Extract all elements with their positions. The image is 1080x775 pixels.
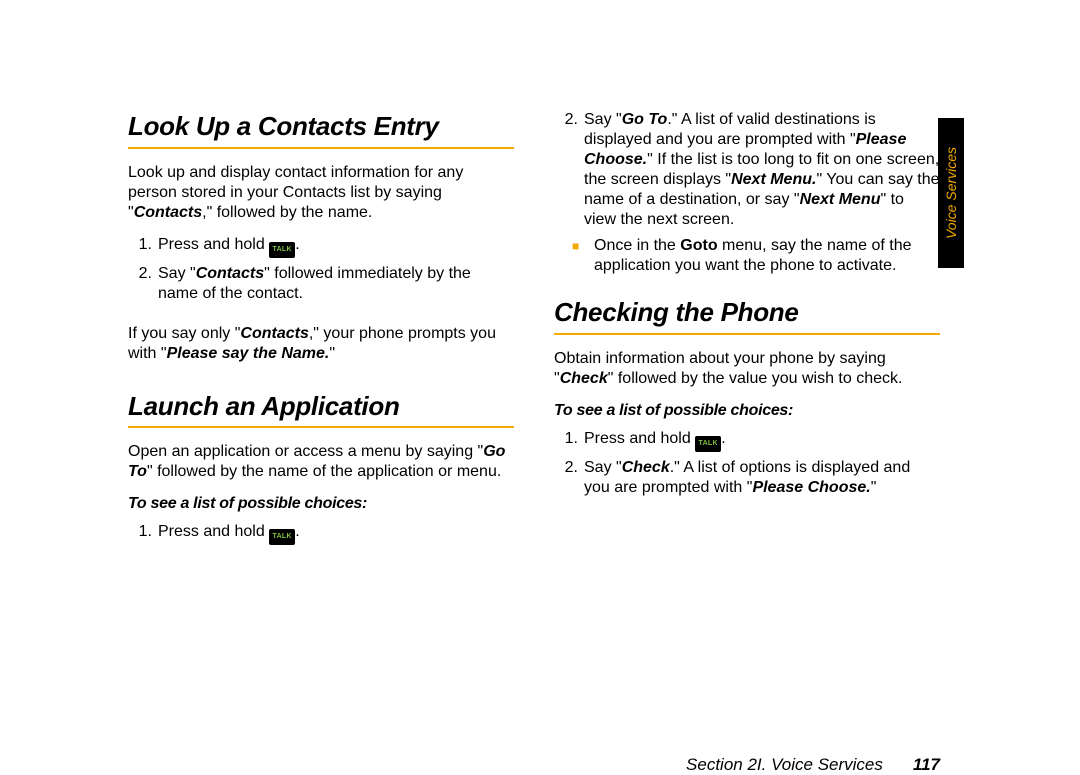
page-content: Look Up a Contacts Entry Look up and dis…	[128, 110, 940, 670]
step-2: 2. Say "Contacts" followed immediately b…	[128, 264, 514, 304]
heading-launch: Launch an Application	[128, 390, 514, 423]
heading-lookup: Look Up a Contacts Entry	[128, 110, 514, 143]
step-2-check: 2. Say "Check." A list of options is dis…	[554, 458, 940, 498]
heading-checking: Checking the Phone	[554, 296, 940, 329]
talk-key-icon: TALK	[269, 529, 295, 545]
heading-rule	[128, 426, 514, 428]
bullet-icon: ■	[554, 236, 594, 276]
left-column: Look Up a Contacts Entry Look up and dis…	[128, 110, 514, 551]
talk-key-icon: TALK	[269, 242, 295, 258]
para-check-intro: Obtain information about your phone by s…	[554, 349, 940, 389]
right-column: 2. Say "Go To." A list of valid destinat…	[554, 110, 940, 551]
step-1b: 1. Press and hold TALK.	[128, 522, 514, 545]
step-1-check: 1. Press and hold TALK.	[554, 429, 940, 452]
para-lookup-note: If you say only "Contacts," your phone p…	[128, 324, 514, 364]
side-tab-label: Voice Services	[943, 147, 959, 239]
subhead-choices-2: To see a list of possible choices:	[554, 401, 940, 421]
step-2-goto: 2. Say "Go To." A list of valid destinat…	[554, 110, 940, 230]
sub-bullet-goto: ■ Once in the Goto menu, say the name of…	[554, 236, 940, 276]
footer-page-number: 117	[913, 755, 940, 774]
subhead-choices: To see a list of possible choices:	[128, 494, 514, 514]
page-footer: Section 2I. Voice Services 117	[686, 755, 940, 775]
step-1: 1. Press and hold TALK.	[128, 235, 514, 258]
side-tab: Voice Services	[938, 118, 964, 268]
talk-key-icon: TALK	[695, 436, 721, 452]
para-lookup-intro: Look up and display contact information …	[128, 163, 514, 223]
para-launch-intro: Open an application or access a menu by …	[128, 442, 514, 482]
heading-rule	[128, 147, 514, 149]
footer-section: Section 2I. Voice Services	[686, 755, 883, 774]
heading-rule	[554, 333, 940, 335]
